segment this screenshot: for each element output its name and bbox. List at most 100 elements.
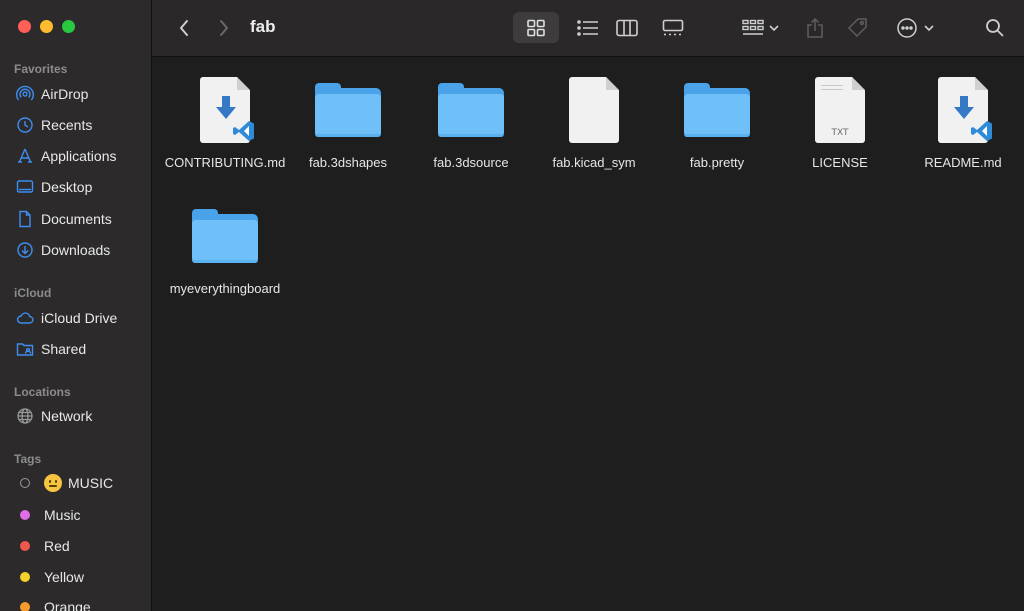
vscode-markdown-file-icon: [200, 77, 254, 143]
tag-color-dot: [20, 541, 30, 551]
desktop-icon: [14, 178, 36, 196]
sidebar-item-shared[interactable]: Shared: [10, 336, 148, 362]
file-item-fab-3dshapes[interactable]: fab.3dshapes: [286, 72, 410, 172]
file-name: fab.3dshapes: [308, 155, 388, 170]
sidebar-item-recents[interactable]: Recents: [10, 112, 148, 138]
file-type-badge: TXT: [831, 128, 849, 138]
sidebar-tag-music-upper[interactable]: MUSIC: [10, 470, 148, 496]
clock-icon: [14, 116, 36, 134]
section-title-icloud: iCloud: [14, 286, 52, 300]
sidebar-item-label: Documents: [41, 211, 112, 227]
sidebar-item-label: Orange: [44, 599, 91, 611]
sidebar-item-label: iCloud Drive: [41, 310, 118, 326]
vscode-markdown-file-icon: [938, 77, 992, 143]
sidebar-item-icloud-drive[interactable]: iCloud Drive: [10, 305, 148, 331]
sidebar-item-airdrop[interactable]: AirDrop: [10, 81, 148, 107]
chevron-left-icon: [180, 19, 188, 36]
back-button[interactable]: [172, 12, 196, 43]
group-by-button[interactable]: [736, 12, 784, 43]
sidebar-item-documents[interactable]: Documents: [10, 206, 148, 232]
sidebar-tag-music[interactable]: Music: [10, 502, 148, 528]
column-view-button[interactable]: [607, 12, 647, 43]
sidebar-item-label: AirDrop: [41, 86, 89, 102]
sidebar-item-network[interactable]: Network: [10, 403, 148, 429]
tag-color-dot: [20, 478, 30, 488]
airdrop-icon: [14, 85, 36, 103]
finder-window: Favorites AirDrop Recents Applications D…: [0, 0, 1024, 611]
file-item-fab-3dsource[interactable]: fab.3dsource: [409, 72, 533, 172]
sidebar-item-desktop[interactable]: Desktop: [10, 174, 148, 200]
column-view-icon: [616, 19, 638, 36]
sidebar-item-applications[interactable]: Applications: [10, 143, 148, 169]
file-item-license[interactable]: TXT LICENSE: [778, 72, 902, 172]
file-item-fab-pretty[interactable]: fab.pretty: [655, 72, 779, 172]
section-title-locations: Locations: [14, 385, 71, 399]
folder-icon: [315, 83, 381, 137]
file-name: myeverythingboard: [169, 281, 281, 296]
tag-color-dot: [20, 602, 30, 611]
zoom-window-button[interactable]: [62, 20, 75, 33]
sidebar-item-label: Applications: [41, 148, 117, 164]
tag-icon: [847, 17, 867, 37]
section-title-tags: Tags: [14, 452, 42, 466]
file-name: CONTRIBUTING.md: [164, 155, 286, 170]
chevron-right-icon: [220, 19, 228, 36]
sidebar-item-label: Downloads: [41, 242, 111, 258]
icon-view-button[interactable]: [513, 12, 559, 43]
file-name: LICENSE: [812, 155, 868, 170]
sidebar-tag-yellow[interactable]: Yellow: [10, 564, 148, 590]
document-icon: [14, 210, 36, 228]
file-item-contributing[interactable]: CONTRIBUTING.md: [163, 72, 287, 172]
group-grid-icon: [741, 19, 764, 35]
sidebar-item-label: MUSIC: [68, 475, 114, 491]
sidebar-item-label: Recents: [41, 117, 93, 133]
cloud-icon: [14, 309, 36, 327]
file-item-readme[interactable]: README.md: [901, 72, 1024, 172]
main-content: fab CONTRIBUTING.md fab.3dshapes fab.3ds…: [152, 0, 1024, 611]
close-window-button[interactable]: [18, 20, 31, 33]
file-item-myeverythingboard[interactable]: myeverythingboard: [163, 198, 287, 298]
share-button[interactable]: [802, 12, 828, 43]
sidebar-item-downloads[interactable]: Downloads: [10, 237, 148, 263]
tag-button[interactable]: [844, 12, 872, 43]
file-name: fab.kicad_sym: [552, 155, 636, 170]
download-icon: [14, 241, 36, 259]
neutral-face-emoji-icon: [44, 474, 62, 492]
folder-icon: [684, 83, 750, 137]
globe-icon: [14, 407, 36, 425]
file-name: README.md: [924, 155, 1002, 170]
chevron-down-icon: [768, 24, 779, 31]
folder-icon: [192, 209, 258, 263]
share-icon: [807, 17, 823, 38]
search-button[interactable]: [982, 12, 1008, 43]
sidebar-tag-orange[interactable]: Orange: [10, 594, 148, 611]
generic-document-icon: [569, 77, 619, 143]
shared-folder-icon: [14, 340, 36, 358]
grid-view-icon: [527, 19, 545, 36]
file-name: fab.3dsource: [433, 155, 509, 170]
sidebar-item-label: Music: [44, 507, 81, 523]
text-file-icon: TXT: [815, 77, 865, 143]
sidebar-item-label: Yellow: [44, 569, 84, 585]
sidebar-tag-red[interactable]: Red: [10, 533, 148, 559]
list-view-button[interactable]: [568, 12, 608, 43]
section-title-favorites: Favorites: [14, 62, 68, 76]
chevron-down-icon: [924, 24, 934, 31]
window-title: fab: [250, 17, 276, 36]
ellipsis-circle-icon: [897, 17, 917, 38]
folder-icon: [438, 83, 504, 137]
tag-color-dot: [20, 572, 30, 582]
tag-color-dot: [20, 510, 30, 520]
more-actions-button[interactable]: [892, 12, 938, 43]
forward-button[interactable]: [212, 12, 236, 43]
gallery-view-button[interactable]: [652, 12, 694, 43]
sidebar-item-label: Shared: [41, 341, 87, 357]
sidebar-item-label: Desktop: [41, 179, 93, 195]
file-item-fab-kicad-sym[interactable]: fab.kicad_sym: [532, 72, 656, 172]
file-name: fab.pretty: [689, 155, 745, 170]
sidebar: Favorites AirDrop Recents Applications D…: [0, 0, 152, 611]
toolbar: fab: [152, 0, 1024, 57]
gallery-view-icon: [662, 19, 684, 35]
list-view-icon: [577, 19, 598, 36]
minimize-window-button[interactable]: [40, 20, 53, 33]
